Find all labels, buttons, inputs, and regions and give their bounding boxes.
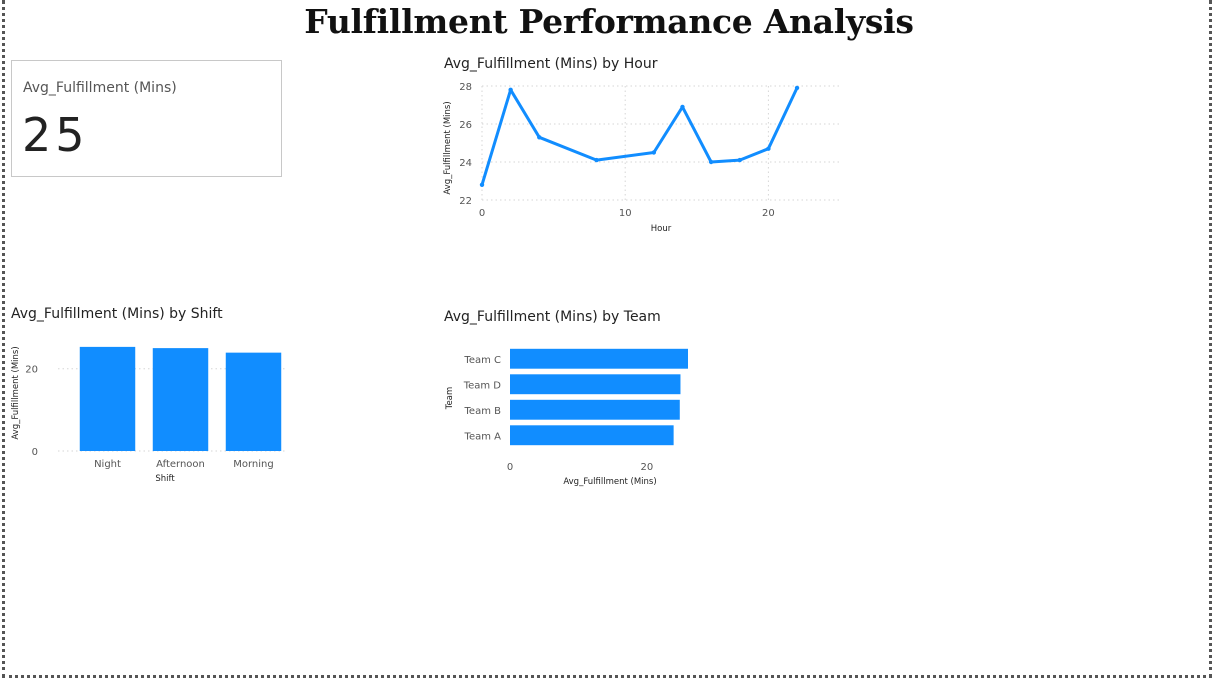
- hour-series-line: [480, 86, 799, 187]
- team-x-axis-title: Avg_Fulfillment (Mins): [563, 477, 656, 487]
- shift-category-label: Afternoon: [156, 459, 205, 470]
- shift-bar-chart[interactable]: Avg_Fulfillment (Mins) Shift 0 20 Night Af…: [8, 330, 298, 490]
- kpi-value: 25: [22, 108, 89, 162]
- page-title: Fulfillment Performance Analysis: [304, 2, 914, 41]
- shift-chart-title: Avg_Fulfillment (Mins) by Shift: [11, 306, 223, 322]
- team-category-label: Team A: [464, 431, 502, 442]
- team-bar: [510, 348, 688, 369]
- shift-bar: [225, 352, 282, 451]
- hour-y-tick-label: 24: [459, 158, 472, 169]
- team-bar-chart[interactable]: Team Avg_Fulfillment (Mins) Team C Team D…: [440, 340, 700, 492]
- hour-data-point: [708, 159, 714, 165]
- team-bar: [510, 425, 674, 446]
- hour-x-axis-title: Hour: [651, 224, 672, 234]
- hour-chart-title: Avg_Fulfillment (Mins) by Hour: [444, 56, 658, 72]
- shift-y-axis-title: Avg_Fulfillment (Mins): [11, 346, 21, 439]
- team-category-label: Team D: [463, 380, 502, 391]
- kpi-card[interactable]: Avg_Fulfillment (Mins) 25: [11, 60, 282, 177]
- team-chart-title: Avg_Fulfillment (Mins) by Team: [444, 309, 661, 325]
- hour-x-tick-label: 0: [479, 208, 485, 219]
- hour-y-tick-label: 22: [459, 196, 472, 207]
- hour-data-point: [537, 135, 542, 140]
- team-category-label: Team B: [464, 406, 502, 417]
- hour-y-tick-label: 26: [459, 120, 472, 131]
- kpi-label: Avg_Fulfillment (Mins): [23, 80, 177, 96]
- hour-data-point: [737, 157, 742, 163]
- hour-y-axis-title: Avg_Fulfillment (Mins): [443, 101, 453, 194]
- hour-x-tick-label: 20: [762, 208, 775, 219]
- shift-bar: [79, 346, 136, 451]
- hour-data-point: [794, 85, 800, 91]
- hour-line-chart[interactable]: Avg_Fulfillment (Mins) Hour 22 24 26 28 0 10 2…: [440, 76, 850, 238]
- team-bar: [510, 374, 681, 395]
- shift-category-label: Night: [94, 459, 121, 470]
- team-bar: [510, 399, 680, 420]
- shift-y-tick-label: 20: [25, 365, 38, 376]
- shift-category-label: Morning: [233, 459, 273, 470]
- team-y-axis-title: Team: [445, 387, 455, 410]
- hour-y-tick-label: 28: [459, 82, 472, 93]
- team-category-label: Team C: [463, 355, 501, 366]
- team-x-tick-label: 0: [507, 462, 513, 473]
- shift-bar: [152, 348, 209, 451]
- hour-data-point: [594, 157, 599, 163]
- hour-data-point: [680, 104, 685, 110]
- team-x-tick-label: 20: [641, 462, 654, 473]
- hour-data-point: [508, 87, 513, 92]
- hour-data-point: [479, 182, 485, 187]
- shift-x-axis-title: Shift: [155, 474, 175, 484]
- hour-x-tick-label: 10: [619, 208, 632, 219]
- hour-data-point: [766, 146, 771, 151]
- shift-y-tick-label: 0: [32, 447, 38, 458]
- hour-data-point: [651, 150, 657, 155]
